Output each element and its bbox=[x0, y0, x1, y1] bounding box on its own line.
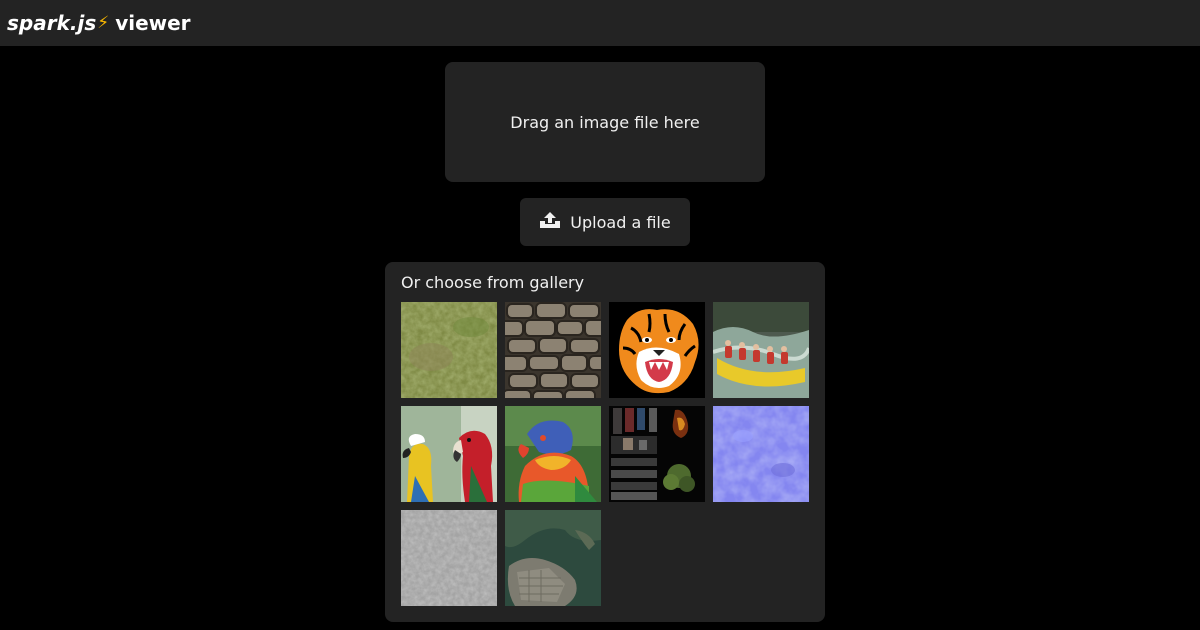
drop-zone[interactable]: Drag an image file here bbox=[445, 62, 765, 182]
gallery-thumb-gray-noise-texture[interactable] bbox=[401, 510, 497, 606]
upload-button-label: Upload a file bbox=[570, 212, 671, 232]
gallery-title: Or choose from gallery bbox=[401, 273, 585, 292]
gallery-panel: Or choose from gallery bbox=[385, 262, 825, 622]
upload-icon bbox=[539, 211, 570, 233]
gallery-grid bbox=[401, 302, 809, 606]
gallery-thumb-stone-wall-texture[interactable] bbox=[505, 302, 601, 398]
gallery-thumb-lorikeet[interactable] bbox=[505, 406, 601, 502]
top-bar: spark.js ⚡ viewer bbox=[0, 0, 1200, 46]
lightning-icon: ⚡ bbox=[97, 13, 110, 33]
gallery-thumb-texture-atlas[interactable] bbox=[609, 406, 705, 502]
gallery-thumb-river-rafting[interactable] bbox=[713, 302, 809, 398]
gallery-thumb-grass-texture[interactable] bbox=[401, 302, 497, 398]
gallery-thumb-tiger[interactable] bbox=[609, 302, 705, 398]
upload-file-button[interactable]: Upload a file bbox=[520, 198, 690, 246]
brand-name: spark.js bbox=[7, 11, 97, 35]
brand-suffix: viewer bbox=[115, 11, 191, 35]
gallery-thumb-normal-map[interactable] bbox=[713, 406, 809, 502]
gallery-thumb-macaws[interactable] bbox=[401, 406, 497, 502]
drop-zone-label: Drag an image file here bbox=[510, 112, 700, 132]
gallery-thumb-aerial-city-map[interactable] bbox=[505, 510, 601, 606]
